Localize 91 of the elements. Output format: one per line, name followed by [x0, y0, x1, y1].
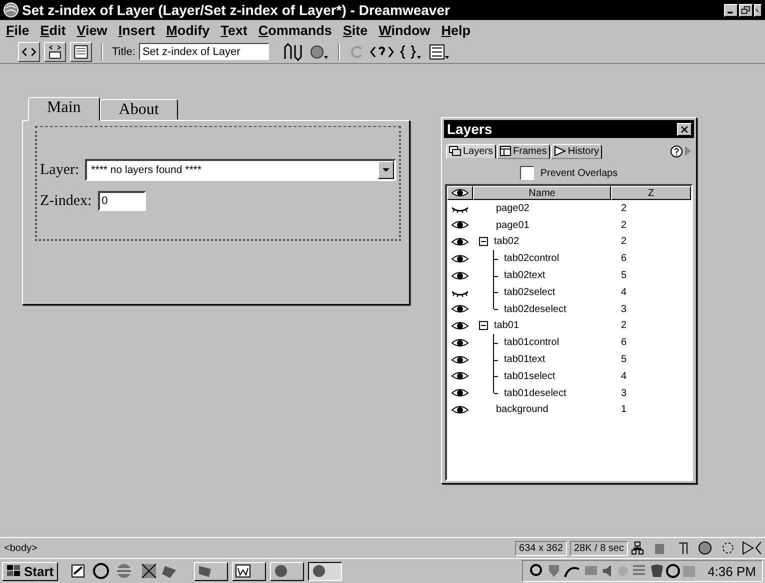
layer-z-index: 1 — [621, 404, 627, 416]
play-icon — [554, 146, 566, 156]
layer-label: Layer: — [40, 162, 80, 178]
menu-item[interactable]: Insert — [116, 22, 164, 38]
layer-z-index: 2 — [621, 202, 627, 214]
panel-tab[interactable]: Layers — [446, 144, 496, 158]
launcher-icons-drawing[interactable] — [631, 540, 761, 556]
help-icon[interactable] — [670, 144, 683, 158]
eye-icon[interactable] — [451, 270, 469, 281]
taskbar-app-button[interactable] — [308, 562, 342, 580]
checkbox[interactable] — [520, 166, 534, 180]
tag-selector[interactable]: <body> — [4, 542, 38, 554]
eye-icon[interactable] — [451, 320, 469, 331]
layer-name[interactable]: tab02 — [494, 236, 520, 248]
menu-item[interactable]: Window — [376, 22, 440, 38]
layers-icon — [449, 146, 461, 156]
layer-z-index: 4 — [621, 286, 627, 298]
layer-z-index: 2 — [621, 320, 627, 332]
eye-icon[interactable] — [451, 254, 469, 264]
window-title: Set z-index of Layer (Layer/Set z-index of Layer*) - Dreamweaver — [22, 2, 451, 18]
title-label: Title: — [112, 46, 136, 58]
app-logo-icon — [3, 2, 19, 18]
layer-name[interactable]: tab01 — [494, 320, 520, 332]
restore-icon[interactable] — [739, 4, 753, 16]
download-time: 28K / 8 sec — [570, 540, 628, 556]
eye-icon[interactable] — [451, 371, 469, 382]
menu-item[interactable]: Edit — [38, 22, 75, 38]
layer-name[interactable]: tab01text — [504, 354, 546, 366]
eye-icon[interactable] — [451, 388, 469, 398]
eye-icon[interactable] — [451, 236, 469, 247]
eye-icon[interactable] — [451, 304, 469, 314]
layer-z-index: 3 — [621, 304, 627, 315]
code-view-icon[interactable] — [18, 42, 40, 62]
z-index-label: Z-index: — [40, 192, 92, 210]
eye-icon[interactable] — [451, 220, 469, 230]
layer-z-index: 6 — [621, 253, 627, 264]
layer-dropdown[interactable]: **** no layers found **** — [85, 159, 396, 181]
menu-item[interactable]: File — [4, 22, 38, 38]
column-header[interactable]: Name — [473, 186, 611, 200]
layer-name[interactable]: page01 — [496, 220, 530, 231]
split-view-icon[interactable] — [44, 42, 66, 62]
design-view-icon[interactable] — [70, 42, 92, 62]
layer-z-index: 4 — [621, 370, 627, 382]
collapse-icon[interactable] — [479, 237, 488, 246]
app-icon — [196, 564, 213, 578]
layer-name[interactable]: tab02control — [504, 253, 560, 264]
app-icon — [310, 564, 327, 578]
layer-name[interactable]: tab02deselect — [504, 304, 566, 315]
column-header[interactable]: Z — [611, 186, 691, 200]
layer-z-index: 5 — [621, 354, 627, 366]
layer-z-index: 2 — [621, 220, 627, 231]
options-icon[interactable] — [427, 42, 452, 60]
braces-icon[interactable] — [399, 42, 424, 60]
layer-name[interactable]: tab02select — [504, 286, 556, 298]
app-icon — [272, 564, 289, 578]
title-field[interactable]: Set z-index of Layer — [139, 43, 270, 60]
panel-title: Layers — [447, 121, 492, 137]
menu-item[interactable]: Modify — [164, 22, 219, 38]
z-index-field[interactable]: 0 — [98, 191, 146, 211]
layer-name[interactable]: tab02text — [504, 270, 546, 282]
tab[interactable]: Main — [28, 97, 100, 121]
clock: 4:36 PM — [708, 564, 756, 578]
eye-icon[interactable] — [451, 354, 469, 365]
panel-tab[interactable]: History — [550, 144, 602, 158]
layer-z-index: 3 — [621, 388, 627, 399]
eye-icon[interactable] — [451, 188, 469, 198]
collapse-icon[interactable] — [479, 321, 488, 330]
layer-name[interactable]: tab01select — [504, 370, 556, 382]
layer-z-index: 5 — [621, 270, 627, 282]
layer-name[interactable]: page02 — [496, 202, 530, 214]
tab[interactable]: About — [100, 99, 178, 120]
menu-item[interactable]: View — [74, 22, 116, 38]
layer-name[interactable]: background — [496, 404, 548, 416]
window-size[interactable]: 634 x 362 — [515, 540, 567, 556]
document-icon — [234, 564, 251, 578]
layer-z-index: 2 — [621, 236, 627, 248]
menu-item[interactable]: Help — [439, 22, 480, 38]
checkbox-label: Prevent Overlaps — [540, 168, 618, 178]
start-button[interactable]: Start — [2, 562, 58, 580]
layer-name[interactable]: tab01deselect — [504, 388, 566, 399]
eye-icon[interactable] — [451, 338, 469, 348]
minimize-icon[interactable] — [724, 4, 738, 16]
layer-z-index: 6 — [621, 337, 627, 348]
menu-item[interactable]: Commands — [256, 22, 341, 38]
menu-item[interactable]: Text — [218, 22, 256, 38]
panel-tab[interactable]: Frames — [497, 144, 550, 158]
frame-icon — [500, 146, 512, 156]
visibility-column-header[interactable] — [447, 186, 473, 200]
menu-item[interactable]: Site — [340, 22, 377, 38]
layer-name[interactable]: tab01control — [504, 337, 560, 348]
eye-icon[interactable] — [451, 404, 469, 415]
